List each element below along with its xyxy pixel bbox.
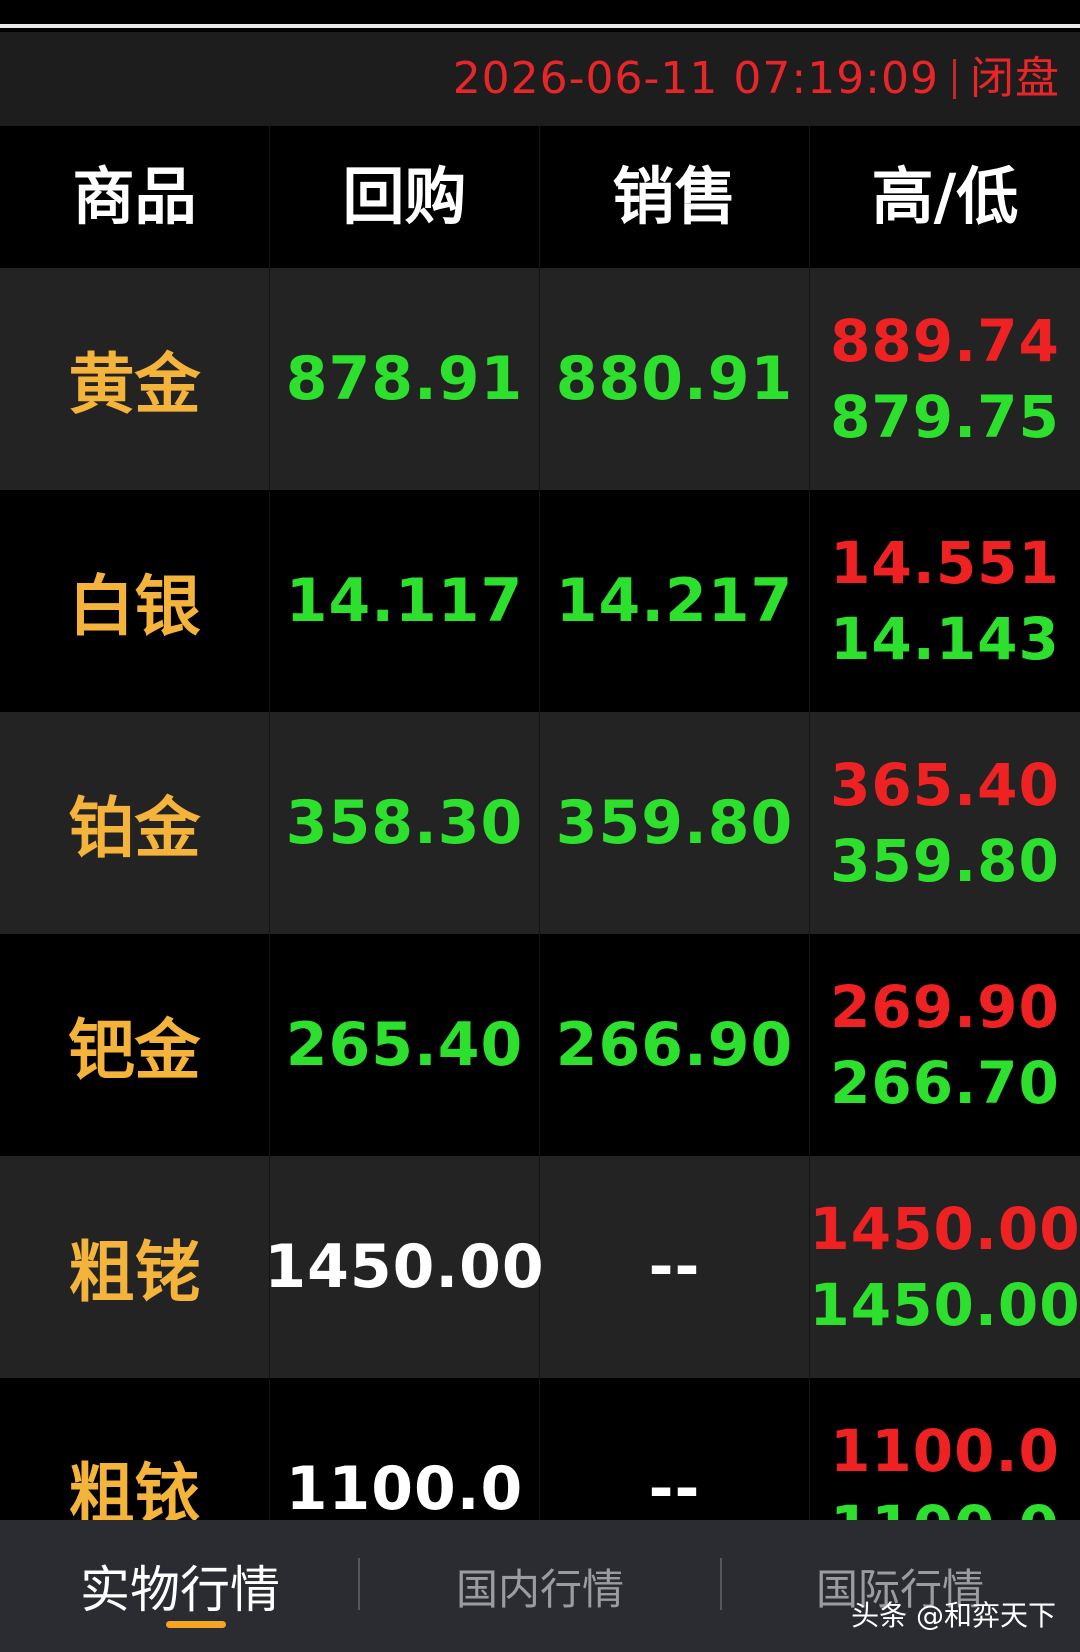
header-high-low[interactable]: 高/低 [810,126,1080,268]
high-low-cell: 1450.00 1450.00 [809,1156,1080,1378]
buyback-price: 14.117 [285,566,524,636]
table-row[interactable]: 粗铑 1450.00 -- 1450.00 1450.00 [0,1156,1080,1378]
high-low-cell: 365.40 359.80 [810,712,1080,934]
high-price: 889.74 [830,307,1060,375]
high-low-cell: 14.551 14.143 [810,490,1080,712]
commodity-name: 黄金 [68,346,201,423]
sell-cell: 880.91 [540,268,810,490]
watermark: 头条 @和弈天下 [851,1599,1056,1632]
sell-price: 14.217 [555,566,794,636]
header-commodity[interactable]: 商品 [0,126,270,268]
commodity-name: 白银 [68,568,201,645]
high-price: 1100.0 [830,1417,1060,1485]
table-row[interactable]: 钯金 265.40 266.90 269.90 266.70 [0,934,1080,1156]
buyback-cell: 878.91 [270,268,540,490]
market-status-bar: 2026-06-11 07:19:09 闭盘 [0,32,1080,126]
sell-price: -- [648,1454,701,1524]
high-price: 269.90 [830,973,1060,1041]
buyback-price: 878.91 [285,344,524,414]
buyback-price: 265.40 [285,1010,524,1080]
buyback-price: 1100.0 [285,1454,524,1524]
tab-divider [720,1558,722,1610]
buyback-cell: 265.40 [270,934,540,1156]
commodity-cell: 钯金 [0,934,270,1156]
high-low-cell: 889.74 879.75 [810,268,1080,490]
table-row[interactable]: 铂金 358.30 359.80 365.40 359.80 [0,712,1080,934]
buyback-cell: 1450.00 [264,1156,544,1378]
low-price: 14.143 [830,605,1060,673]
header-sell[interactable]: 销售 [540,126,810,268]
table-header: 商品 回购 销售 高/低 [0,126,1080,268]
sell-price: 880.91 [555,344,794,414]
tab-divider [358,1558,360,1610]
sell-cell: 14.217 [540,490,810,712]
commodity-cell: 黄金 [0,268,270,490]
sell-price: 266.90 [555,1010,794,1080]
sell-price: -- [648,1232,701,1302]
buyback-price: 1450.00 [264,1232,545,1302]
low-price: 879.75 [830,383,1060,451]
buyback-cell: 358.30 [270,712,540,934]
high-price: 14.551 [830,529,1060,597]
header-buyback[interactable]: 回购 [270,126,540,268]
low-price: 359.80 [830,827,1060,895]
low-price: 266.70 [830,1049,1060,1117]
table-row[interactable]: 白银 14.117 14.217 14.551 14.143 [0,490,1080,712]
commodity-name: 钯金 [68,1012,201,1089]
sell-cell: -- [540,1156,810,1378]
table-row[interactable]: 黄金 878.91 880.91 889.74 879.75 [0,268,1080,490]
market-state: 闭盘 [970,53,1060,104]
high-price: 1450.00 [809,1195,1080,1263]
high-price: 365.40 [830,751,1060,819]
status-text: 2026-06-11 07:19:09 闭盘 [453,32,1060,126]
commodity-name: 粗铑 [68,1234,201,1311]
commodity-cell: 白银 [0,490,270,712]
tab-domestic-quotes[interactable]: 国内行情 [360,1520,720,1652]
quote-table: 黄金 878.91 880.91 889.74 879.75 白银 14.117 … [0,268,1080,1600]
commodity-cell: 铂金 [0,712,270,934]
sell-cell: 359.80 [540,712,810,934]
low-price: 1450.00 [809,1271,1080,1339]
tab-physical-quotes[interactable]: 实物行情 [0,1520,360,1652]
commodity-name: 铂金 [68,790,201,867]
sell-price: 359.80 [555,788,794,858]
buyback-price: 358.30 [285,788,524,858]
buyback-cell: 14.117 [270,490,540,712]
sell-cell: 266.90 [540,934,810,1156]
commodity-cell: 粗铑 [0,1156,270,1378]
market-datetime: 2026-06-11 07:19:09 [452,53,939,104]
high-low-cell: 269.90 266.70 [810,934,1080,1156]
status-separator [953,59,956,99]
top-status-line [0,0,1080,28]
